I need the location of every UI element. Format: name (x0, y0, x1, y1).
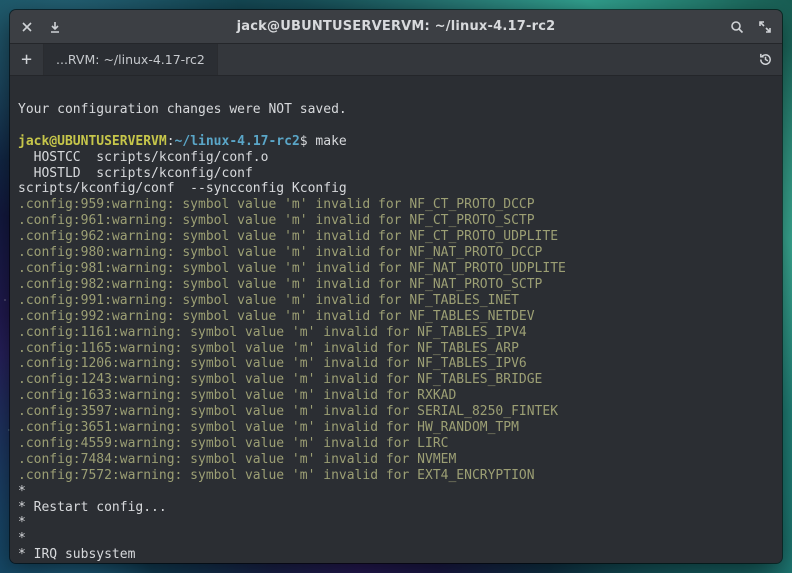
tab-terminal[interactable]: ...RVM: ~/linux-4.17-rc2 (44, 44, 218, 75)
maximize-icon[interactable] (758, 20, 772, 34)
search-icon[interactable] (730, 20, 744, 34)
download-icon[interactable] (48, 20, 62, 34)
titlebar: jack@UBUNTUSERVERVM: ~/linux-4.17-rc2 (10, 10, 782, 44)
history-icon[interactable] (748, 44, 782, 75)
window-title: jack@UBUNTUSERVERVM: ~/linux-4.17-rc2 (100, 19, 692, 34)
tab-bar: + ...RVM: ~/linux-4.17-rc2 (10, 44, 782, 76)
new-tab-button[interactable]: + (10, 44, 44, 75)
tab-label: ...RVM: ~/linux-4.17-rc2 (56, 52, 205, 67)
terminal-viewport[interactable]: Your configuration changes were NOT save… (10, 76, 782, 563)
terminal-output: Your configuration changes were NOT save… (18, 86, 774, 563)
terminal-window: jack@UBUNTUSERVERVM: ~/linux-4.17-rc2 + … (10, 10, 782, 563)
close-icon[interactable] (20, 20, 34, 34)
